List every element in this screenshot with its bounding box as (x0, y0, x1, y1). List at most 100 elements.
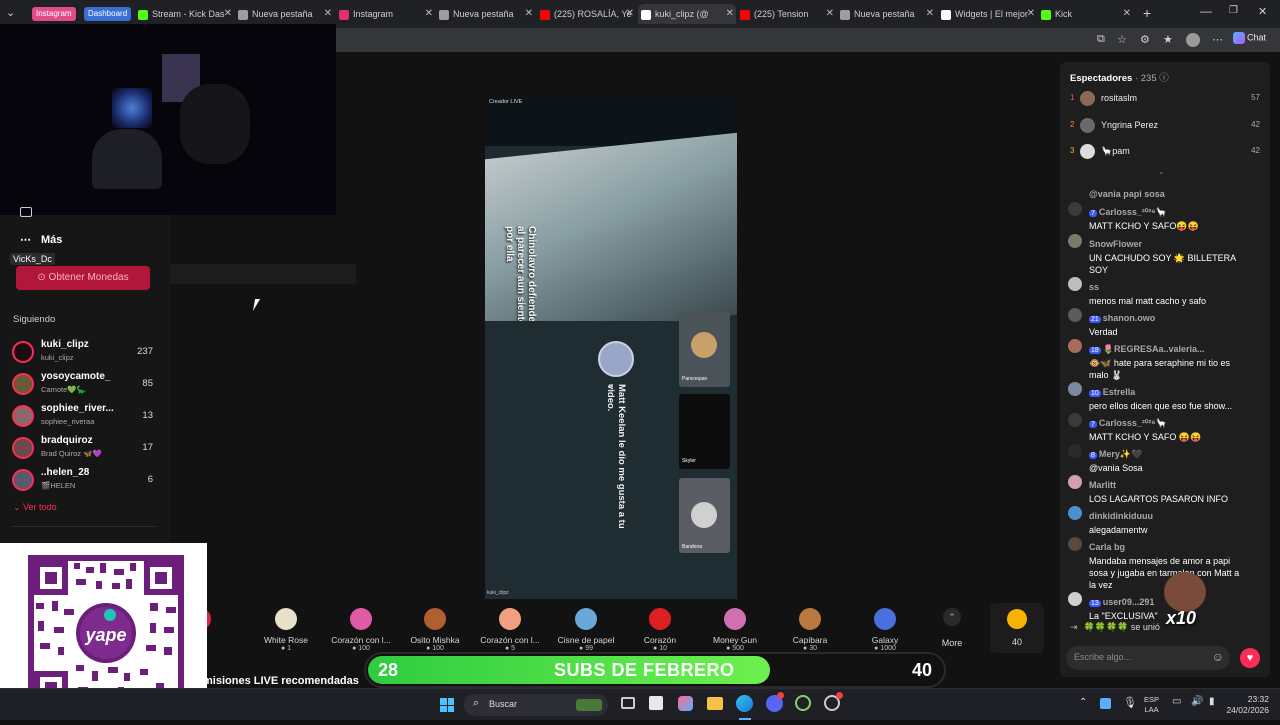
close-tab-icon[interactable]: ✕ (224, 4, 232, 24)
file-explorer-icon[interactable] (707, 697, 723, 710)
tray-app-icon[interactable] (1100, 698, 1111, 709)
gift-item[interactable]: Corazón ● 10 (627, 608, 693, 652)
gift-item[interactable]: Corazón con l... ● 5 (477, 608, 543, 652)
gift-item[interactable]: Corazón con l... ● 100 (328, 608, 394, 652)
avatar[interactable] (1068, 339, 1082, 353)
store-icon[interactable] (649, 696, 663, 710)
sidebar-square-icon[interactable] (20, 207, 32, 217)
following-item[interactable]: bradquiroz Brad Quiroz 🦋💜 17 (12, 435, 157, 463)
chat-username[interactable]: dinkidinkiduuu (1089, 511, 1153, 521)
gift-item[interactable]: Osito Mishka ● 100 (402, 608, 468, 652)
taskbar-search[interactable]: ⌕ Buscar (464, 694, 608, 716)
top-viewer-row[interactable]: 1 rositaslm 57 (1070, 90, 1260, 108)
avatar[interactable] (1068, 444, 1082, 458)
guest-tile[interactable]: Skyler (679, 394, 730, 469)
profile-avatar-icon[interactable] (1186, 33, 1200, 47)
chat-username[interactable]: ss (1089, 282, 1099, 292)
info-icon[interactable]: ⓘ (1159, 73, 1169, 84)
chat-username[interactable]: Marlitt (1089, 480, 1116, 490)
avatar[interactable] (1068, 234, 1082, 248)
windows-start-icon[interactable] (440, 698, 454, 712)
see-all-link[interactable]: ⌄ Ver todo (13, 502, 57, 513)
close-tab-icon[interactable]: ✕ (926, 4, 934, 24)
get-coins-button[interactable]: ⊙ Obtener Monedas (16, 266, 150, 290)
minimize-window-icon[interactable]: — (1200, 4, 1212, 18)
new-tab-plus-icon[interactable]: + (1143, 5, 1151, 21)
extensions-icon[interactable]: ⚙ (1140, 33, 1150, 46)
chat-username[interactable]: Carla bg (1089, 542, 1125, 552)
top-viewer-row[interactable]: 3 🦙pam 42 (1070, 143, 1260, 161)
following-item[interactable]: sophiee_river... sophiee_riveraa 13 (12, 403, 157, 431)
avatar[interactable] (1068, 308, 1082, 322)
close-tab-icon[interactable]: ✕ (525, 4, 533, 24)
more-gifts-button[interactable]: ⌃ More (936, 608, 968, 648)
avatar[interactable] (1068, 413, 1082, 427)
chat-username[interactable]: Mery✨🖤 (1099, 449, 1142, 459)
live-video-player[interactable]: Creador LIVE Chinolavro defiende a sero … (485, 96, 737, 599)
edge-browser-icon[interactable] (736, 695, 753, 712)
tab-kick[interactable]: Kick ✕ (1041, 4, 1133, 24)
avatar[interactable] (1068, 506, 1082, 520)
more-item[interactable]: ⋯ Más (20, 233, 62, 246)
avatar[interactable] (1068, 277, 1082, 291)
chat-username[interactable]: SnowFlower (1089, 239, 1142, 249)
close-tab-icon[interactable]: ✕ (324, 4, 332, 24)
chat-input[interactable]: Escribe algo... ☺ (1066, 646, 1230, 670)
favorites-icon[interactable]: ★ (1163, 33, 1173, 46)
gift-item[interactable]: White Rose ● 1 (253, 608, 319, 652)
gift-item[interactable]: Capibara ● 30 (777, 608, 843, 652)
chat-username[interactable]: Carlosss_²⁰²⁶🦙 (1099, 207, 1167, 217)
avatar[interactable] (1068, 475, 1082, 489)
close-tab-icon[interactable]: ✕ (726, 4, 734, 24)
network-icon[interactable]: ▭ (1172, 696, 1181, 707)
emoji-icon[interactable]: ☺ (1212, 650, 1224, 664)
chat-username[interactable]: @vania papi sosa (1089, 189, 1165, 199)
tab-widgets[interactable]: Widgets | El mejor ✕ (941, 4, 1037, 24)
gift-item[interactable]: Galaxy ● 1000 (852, 608, 918, 652)
tab-instagram[interactable]: Instagram ✕ (339, 4, 435, 24)
chat-username[interactable]: shanon.owo (1103, 313, 1156, 323)
tray-mic-icon[interactable]: 🎙 (1123, 696, 1137, 709)
tab-new-2[interactable]: Nueva pestaña ✕ (439, 4, 535, 24)
avatar[interactable] (1068, 202, 1082, 216)
tab-new-1[interactable]: Nueva pestaña ✕ (238, 4, 334, 24)
close-tab-icon[interactable]: ✕ (1123, 4, 1131, 24)
following-item[interactable]: kuki_clipz kuki_clipz 237 (12, 339, 157, 367)
guest-tile[interactable]: Bandona (679, 478, 730, 553)
gift-item[interactable]: Money Gun ● 500 (702, 608, 768, 652)
tab-tiktok-active[interactable]: kuki_clipz (@ ✕ (638, 4, 736, 24)
close-tab-icon[interactable]: ✕ (425, 4, 433, 24)
avatar[interactable] (1068, 592, 1082, 606)
copilot-chat-button[interactable]: Chat (1233, 32, 1266, 44)
clock[interactable]: 23:32 24/02/2026 (1223, 694, 1269, 716)
guest-tile[interactable]: Pancoopan (679, 312, 730, 387)
restore-window-icon[interactable]: ❐ (1229, 5, 1238, 16)
volume-icon[interactable]: 🔊 (1191, 696, 1203, 707)
following-item[interactable]: ..helen_28 🎬HELEN 6 (12, 467, 157, 495)
chat-username[interactable]: Carlosss_²⁰²⁶🦙 (1099, 418, 1167, 428)
close-tab-icon[interactable]: ✕ (826, 4, 834, 24)
gamebar-icon[interactable] (795, 695, 811, 711)
chat-username[interactable]: user09...291 (1103, 597, 1155, 607)
bookmark-star-icon[interactable]: ☆ (1117, 33, 1127, 46)
tab-list-dropdown-icon[interactable]: ⌄ (6, 6, 15, 19)
send-heart-icon[interactable]: ♥ (1240, 648, 1260, 668)
avatar[interactable] (1068, 537, 1082, 551)
chat-username[interactable]: Estrella (1103, 387, 1136, 397)
coins-balance-button[interactable]: 40 (990, 603, 1044, 653)
menu-dots-icon[interactable]: ⋯ (1212, 33, 1223, 46)
top-viewer-row[interactable]: 2 Yngrina Perez 42 (1070, 117, 1260, 135)
task-view-icon[interactable] (621, 697, 635, 709)
gift-item[interactable]: Cisne de papel ● 99 (553, 608, 619, 652)
battery-icon[interactable]: ▮ (1209, 696, 1215, 707)
tab-youtube-tension[interactable]: (225) Tension ✕ (740, 4, 836, 24)
close-tab-icon[interactable]: ✕ (1027, 4, 1035, 24)
chat-username[interactable]: 🌷REGRESAa..valeria... (1103, 344, 1205, 354)
close-tab-icon[interactable]: ✕ (626, 4, 634, 24)
chat-collapse-chevron-icon[interactable]: ⌄ (1158, 167, 1165, 176)
tab-youtube-rosalia[interactable]: (225) ROSALÍA, Ye ✕ (540, 4, 636, 24)
language-indicator[interactable]: ESP LAA (1144, 695, 1159, 715)
tab-group-dashboard[interactable]: Dashboard (84, 7, 132, 21)
tab-group-instagram[interactable]: Instagram (32, 7, 76, 21)
tray-chevron-up-icon[interactable]: ⌃ (1079, 697, 1087, 708)
